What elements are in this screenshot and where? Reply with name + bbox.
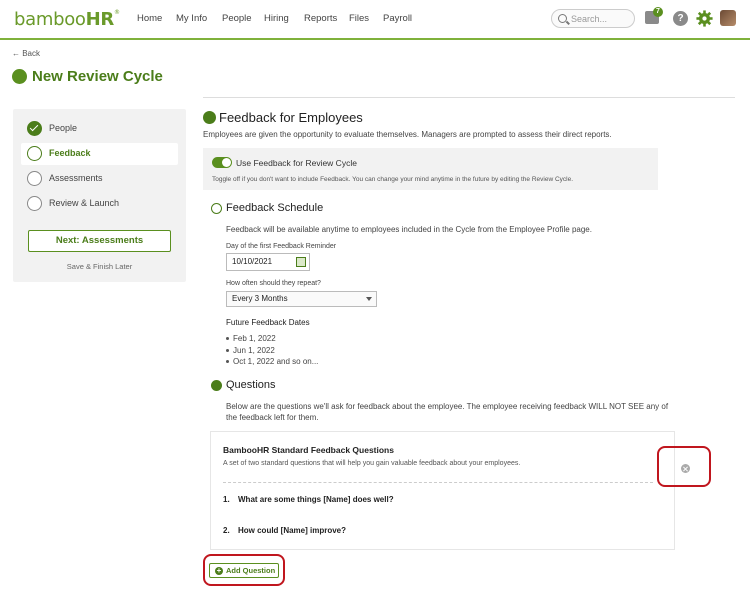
next-assessments-button[interactable]: Next: Assessments (28, 230, 171, 252)
circle-icon (27, 196, 42, 211)
search-input[interactable]: Search... (551, 9, 635, 28)
chevron-down-icon (366, 297, 372, 301)
logo-text: bamboo (14, 9, 86, 30)
circle-icon (27, 146, 42, 161)
circle-icon (27, 171, 42, 186)
future-dates-label: Future Feedback Dates (226, 318, 310, 327)
schedule-title: Feedback Schedule (226, 202, 324, 214)
highlight-annotation (657, 446, 711, 487)
repeat-label: How often should they repeat? (226, 280, 321, 287)
gear-icon[interactable] (696, 10, 713, 27)
header-divider (203, 97, 735, 98)
toggle-label: Use Feedback for Review Cycle (236, 158, 357, 168)
clock-icon (211, 203, 222, 214)
card-title: BambooHR Standard Feedback Questions (223, 445, 394, 455)
logo-hr: HR (85, 9, 115, 30)
questions-desc-line1: Below are the questions we'll ask for fe… (226, 402, 669, 411)
nav-payroll[interactable]: Payroll (383, 13, 412, 24)
nav-people[interactable]: People (222, 13, 252, 24)
nav-hiring[interactable]: Hiring (264, 13, 289, 24)
toggle-help-text: Toggle off if you don't want to include … (212, 176, 574, 183)
step-feedback[interactable]: Feedback (21, 143, 178, 165)
feedback-toggle-panel: Use Feedback for Review Cycle Toggle off… (203, 148, 658, 190)
inbox-count-badge: 7 (653, 7, 663, 17)
logo-tm: ® (113, 9, 120, 16)
first-reminder-label: Day of the first Feedback Reminder (226, 243, 337, 250)
questions-desc-line2: the feedback left for them. (226, 413, 319, 422)
section-intro: Employees are given the opportunity to e… (203, 130, 612, 139)
step-label: Review & Launch (49, 198, 120, 208)
question-number: 1. (223, 495, 230, 504)
future-date-item: Feb 1, 2022 (233, 334, 276, 343)
search-icon (558, 14, 567, 23)
check-circle-icon (27, 121, 42, 136)
feedback-chat-icon (203, 111, 216, 124)
nav-home[interactable]: Home (137, 13, 162, 24)
steps-sidebar: People Feedback Assessments Review & Lau… (13, 109, 186, 282)
future-date-item: Jun 1, 2022 (233, 346, 275, 355)
step-label: People (49, 123, 78, 133)
card-desc: A set of two standard questions that wil… (223, 460, 521, 467)
user-avatar[interactable] (720, 10, 736, 26)
bamboohr-logo[interactable]: bambooHR® (14, 9, 120, 30)
question-text: How could [Name] improve? (238, 526, 347, 535)
standard-questions-card: BambooHR Standard Feedback Questions A s… (210, 431, 675, 550)
card-divider (223, 482, 653, 483)
step-review-launch[interactable]: Review & Launch (21, 193, 178, 215)
question-text: What are some things [Name] does well? (238, 495, 394, 504)
save-finish-later-link[interactable]: Save & Finish Later (13, 262, 186, 271)
back-link[interactable]: ← Back (12, 49, 40, 58)
questions-title: Questions (226, 379, 276, 391)
nav-files[interactable]: Files (349, 13, 369, 24)
first-reminder-date-input[interactable]: 10/10/2021 (226, 253, 310, 271)
bullet-icon (226, 360, 229, 363)
date-value: 10/10/2021 (232, 257, 273, 266)
step-label: Feedback (49, 148, 91, 158)
bullet-icon (226, 349, 229, 352)
review-cycle-icon (12, 69, 27, 84)
step-label: Assessments (49, 173, 103, 183)
nav-my-info[interactable]: My Info (176, 13, 207, 24)
use-feedback-toggle[interactable] (212, 157, 232, 168)
question-icon (211, 380, 222, 391)
calendar-icon[interactable] (296, 257, 306, 267)
nav-reports[interactable]: Reports (304, 13, 337, 24)
schedule-desc: Feedback will be available anytime to em… (226, 225, 592, 234)
top-nav: bambooHR® Home My Info People Hiring Rep… (0, 0, 750, 40)
section-title: Feedback for Employees (219, 110, 363, 125)
bullet-icon (226, 337, 229, 340)
future-date-item: Oct 1, 2022 and so on... (233, 357, 319, 366)
step-assessments[interactable]: Assessments (21, 168, 178, 190)
help-icon[interactable]: ? (673, 11, 688, 26)
repeat-frequency-select[interactable]: Every 3 Months (226, 291, 377, 307)
page-title: New Review Cycle (32, 68, 163, 85)
select-value: Every 3 Months (232, 294, 288, 303)
search-placeholder: Search... (571, 14, 608, 24)
step-people[interactable]: People (21, 118, 178, 140)
highlight-annotation (203, 554, 285, 586)
question-number: 2. (223, 526, 230, 535)
